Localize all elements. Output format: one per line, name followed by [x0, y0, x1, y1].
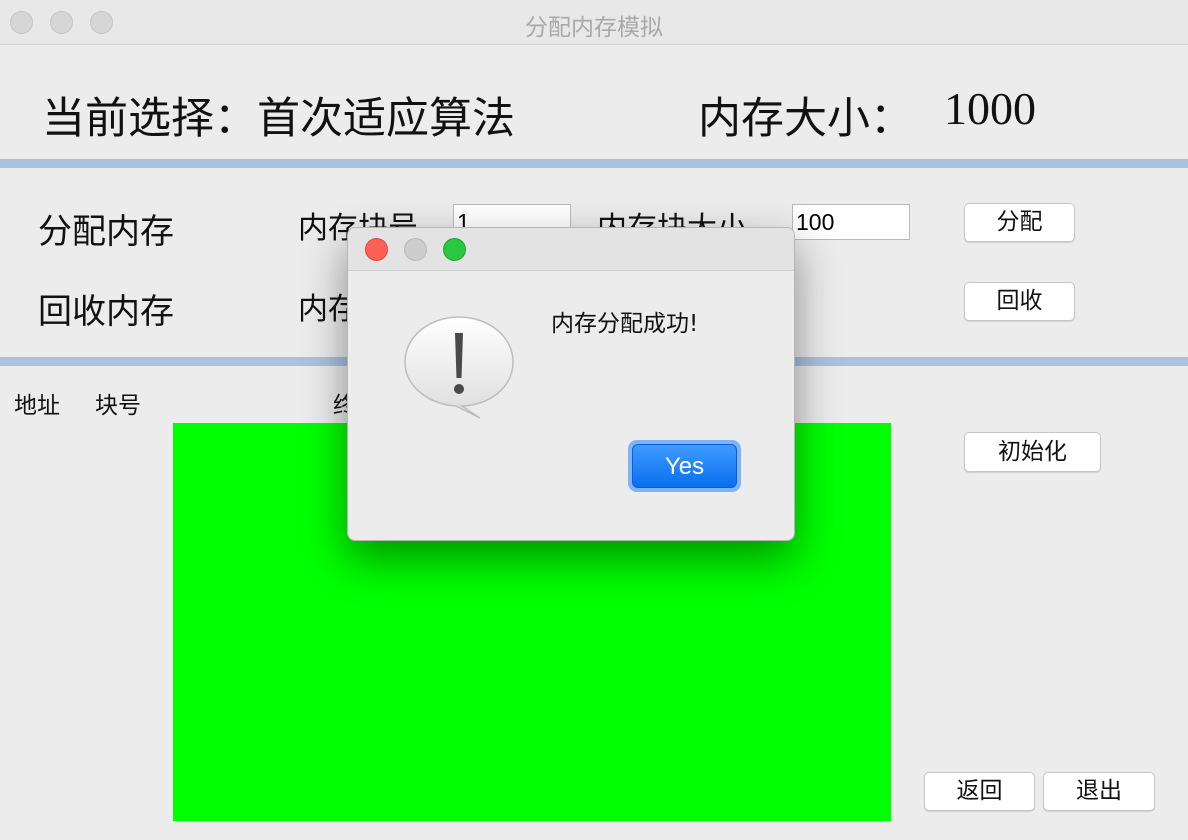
warning-speech-bubble-icon — [400, 314, 518, 424]
exit-button[interactable]: 退出 — [1043, 772, 1155, 811]
address-column-header: 地址 — [14, 393, 60, 419]
yes-button-focus-ring: Yes — [628, 440, 741, 492]
allocate-button[interactable]: 分配 — [964, 203, 1075, 242]
dialog-title-bar — [348, 228, 794, 271]
top-separator — [0, 159, 1188, 168]
dialog-minimize-button[interactable] — [404, 238, 427, 261]
dialog-zoom-button[interactable] — [443, 238, 466, 261]
dialog-message: 内存分配成功! — [551, 311, 699, 337]
allocate-row-label: 分配内存 — [38, 212, 174, 252]
current-algorithm-label: 当前选择：首次适应算法 — [42, 94, 515, 144]
initialize-button[interactable]: 初始化 — [964, 432, 1101, 472]
memory-size-label: 内存大小： — [698, 94, 913, 144]
recycle-button[interactable]: 回收 — [964, 282, 1075, 321]
dialog-close-button[interactable] — [365, 238, 388, 261]
back-button[interactable]: 返回 — [924, 772, 1035, 811]
memory-size-value: 1000 — [944, 83, 1036, 134]
allocate-block-size-input[interactable]: 100 — [792, 204, 910, 240]
success-dialog: 内存分配成功! Yes — [347, 227, 795, 541]
block-id-column-header: 块号 — [95, 393, 141, 419]
yes-button[interactable]: Yes — [632, 444, 737, 488]
window-title: 分配内存模拟 — [525, 15, 663, 41]
recycle-row-label: 回收内存 — [38, 292, 174, 332]
window-title-bar: 分配内存模拟 — [0, 0, 1188, 45]
